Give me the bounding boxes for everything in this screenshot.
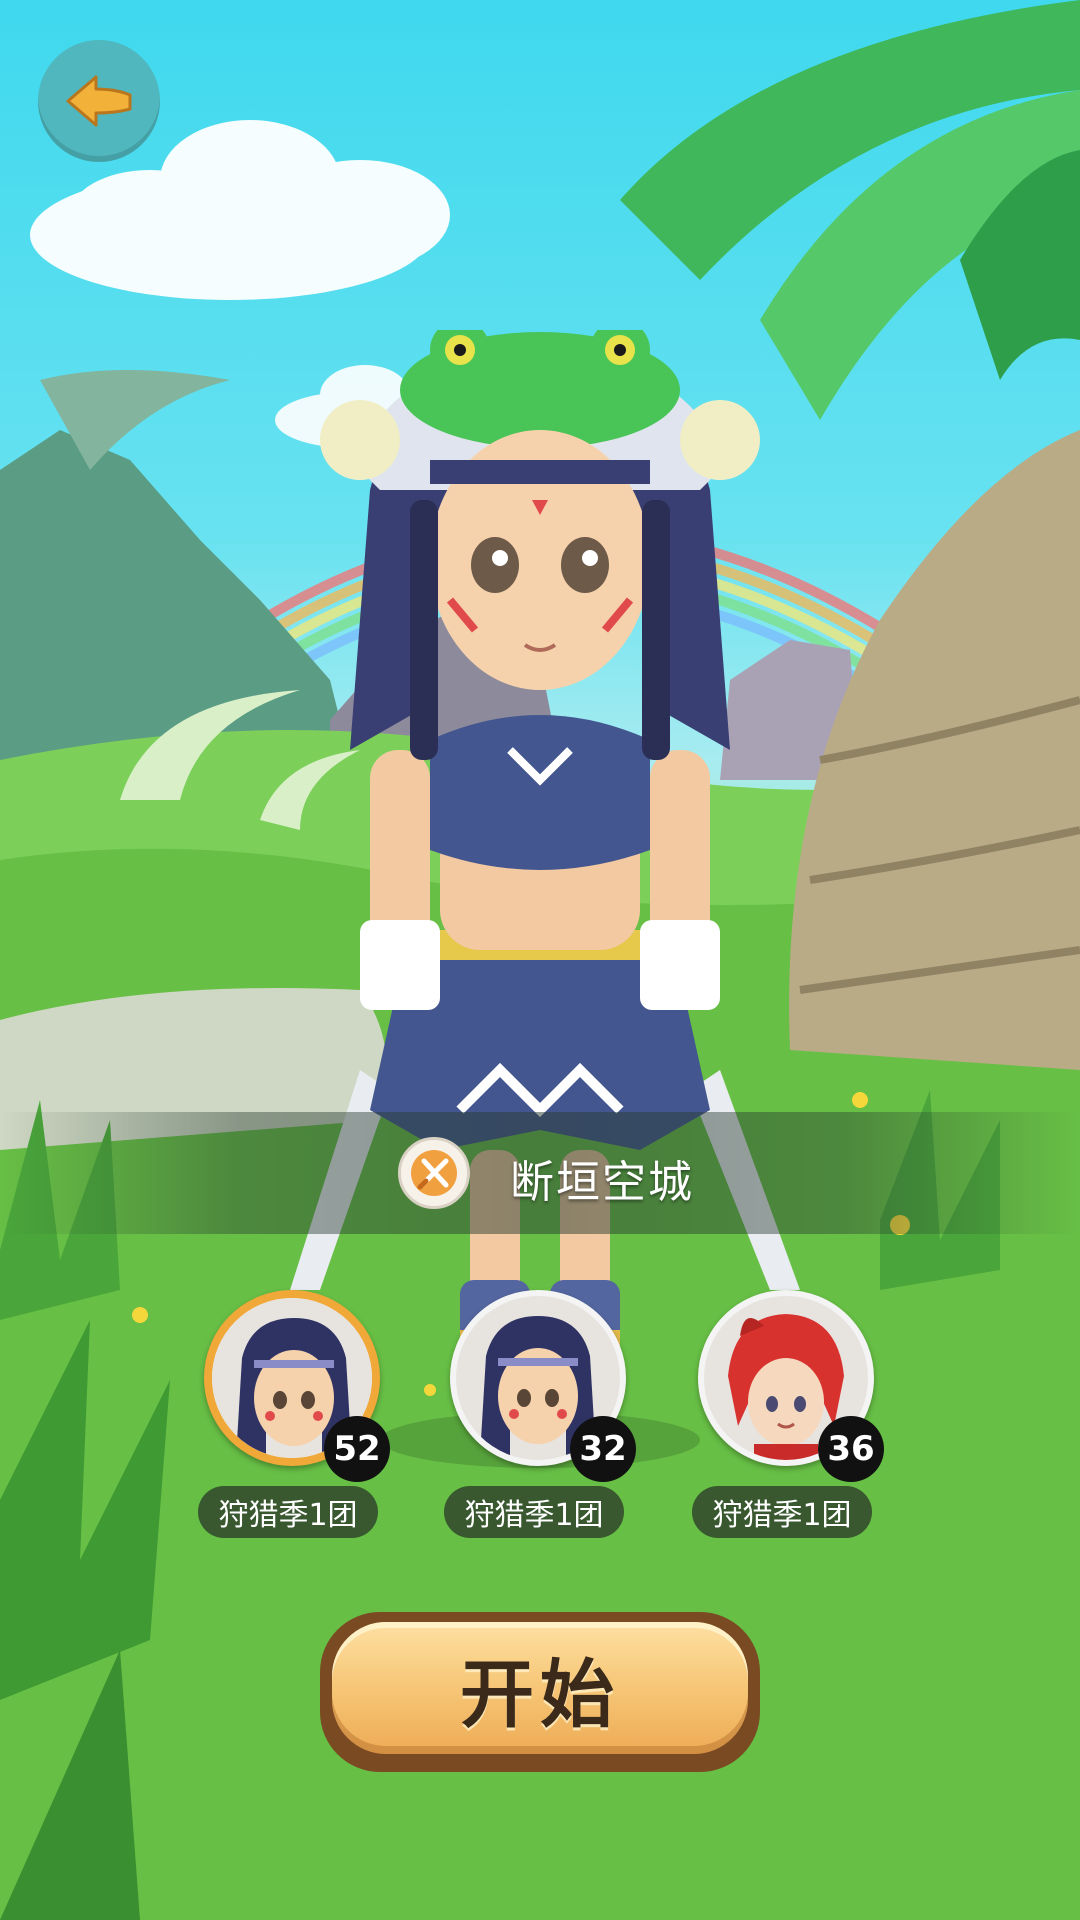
team-name-label: 狩猎季1团 xyxy=(444,1486,624,1538)
crossed-swords-icon xyxy=(411,1150,457,1196)
level-badge: 52 xyxy=(324,1416,390,1482)
start-button[interactable]: 开始 xyxy=(320,1612,760,1772)
game-scene: 断垣空城 52 狩猎季1团 32 狩猎季1团 36 狩猎季1团 开始 xyxy=(0,0,1080,1920)
team-member-1[interactable]: 52 狩猎季1团 xyxy=(196,1290,396,1540)
team-name-label: 狩猎季1团 xyxy=(198,1486,378,1538)
level-badge: 36 xyxy=(818,1416,884,1482)
team-member-2[interactable]: 32 狩猎季1团 xyxy=(442,1290,642,1540)
map-name[interactable]: 断垣空城 xyxy=(510,1146,694,1210)
start-button-face: 开始 xyxy=(332,1622,748,1754)
map-mode-icon-badge[interactable] xyxy=(398,1137,470,1209)
start-button-label: 开始 xyxy=(460,1651,620,1738)
team-member-3[interactable]: 36 狩猎季1团 xyxy=(690,1290,890,1540)
back-button[interactable] xyxy=(38,40,160,162)
level-badge: 32 xyxy=(570,1416,636,1482)
team-name-label: 狩猎季1团 xyxy=(692,1486,872,1538)
arrow-left-icon xyxy=(66,75,132,127)
